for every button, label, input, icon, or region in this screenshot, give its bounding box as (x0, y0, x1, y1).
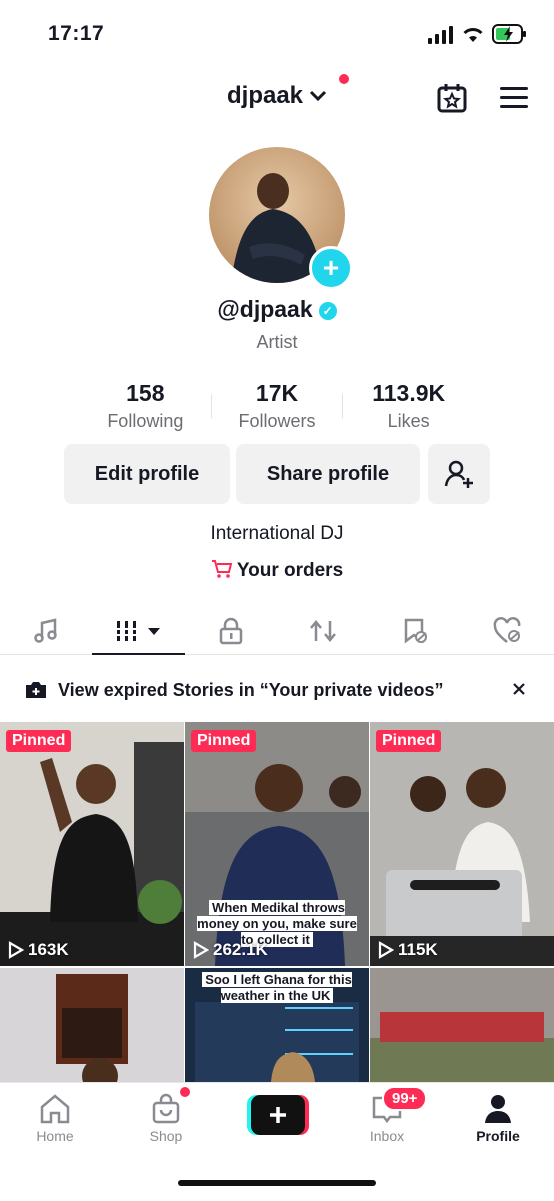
person-icon (485, 1095, 511, 1123)
home-indicator (178, 1180, 376, 1186)
profile-category: Artist (256, 332, 298, 352)
stat-value: 17K (255, 380, 299, 406)
video-thumbnail[interactable] (0, 968, 184, 1082)
view-count-text: 163K (28, 940, 69, 959)
nav-home[interactable]: Home (10, 1093, 100, 1144)
view-count: 115K (378, 940, 438, 960)
bookmark-hidden-icon (405, 618, 428, 644)
stat-label: Likes (387, 411, 430, 431)
expired-stories-banner[interactable]: View expired Stories in “Your private vi… (0, 666, 554, 714)
video-thumbnail[interactable]: Soo I left Ghana for this weather in the… (185, 968, 369, 1082)
notification-dot (339, 74, 349, 84)
battery-icon (492, 23, 528, 50)
pinned-badge: Pinned (376, 730, 442, 752)
lock-icon (219, 617, 243, 645)
stat-label: Following (107, 411, 184, 431)
stat-value: 113.9K (372, 380, 446, 406)
username-switcher[interactable]: djpaak (0, 82, 554, 110)
home-icon (40, 1094, 70, 1124)
status-time: 17:17 (48, 22, 105, 45)
view-count: 163K (8, 940, 69, 960)
camera-plus-icon (26, 682, 46, 698)
music-note-icon (34, 618, 57, 643)
shop-notification-dot (180, 1087, 190, 1097)
tab-music[interactable] (0, 608, 92, 654)
repost-icon (310, 620, 337, 642)
add-friends-button[interactable] (428, 444, 490, 504)
shopping-bag-icon (152, 1093, 180, 1124)
share-profile-button[interactable]: Share profile (236, 444, 420, 504)
create-plus-icon (247, 1095, 309, 1135)
play-icon (8, 941, 24, 959)
add-user-icon (444, 460, 473, 488)
nav-profile[interactable]: Profile (453, 1093, 543, 1144)
orders-label: Your orders (236, 560, 344, 581)
video-thumbnail[interactable] (370, 968, 554, 1082)
caption-text: Soo I left Ghana for this weather in the… (202, 972, 352, 1003)
username-label: djpaak (226, 82, 304, 109)
play-icon (378, 941, 394, 959)
close-icon[interactable] (512, 682, 526, 701)
your-orders-link[interactable]: Your orders (0, 559, 554, 582)
verified-icon: ✓ (318, 301, 337, 320)
heart-hidden-icon (493, 617, 521, 643)
tab-private[interactable] (185, 608, 277, 654)
stat-label: Followers (238, 411, 316, 431)
banner-text: View expired Stories in “Your private vi… (58, 679, 444, 700)
video-thumbnail[interactable]: Pinned 163K (0, 722, 184, 966)
tab-videos[interactable] (92, 608, 185, 655)
pinned-badge: Pinned (191, 730, 257, 752)
grid-icon (115, 621, 140, 641)
view-count-text: 262.1K (213, 940, 268, 959)
menu-icon[interactable] (500, 86, 528, 115)
view-count: 262.1K (193, 940, 268, 960)
stat-followers[interactable]: 17K Followers (212, 380, 343, 432)
edit-profile-button[interactable]: Edit profile (64, 444, 230, 504)
wifi-icon (461, 25, 485, 48)
view-count-text: 115K (398, 940, 438, 959)
tab-liked[interactable] (462, 608, 554, 654)
caret-down-icon (148, 628, 161, 635)
nav-label: Profile (476, 1128, 520, 1144)
handle-text: @djpaak (217, 296, 313, 322)
video-thumbnail[interactable]: Pinned 115K (370, 722, 554, 966)
signal-icon (428, 26, 454, 49)
chevron-down-icon (309, 90, 327, 102)
stat-value: 158 (126, 380, 165, 406)
video-thumbnail[interactable]: Pinned When Medikal throws money on you,… (185, 722, 369, 966)
stat-likes[interactable]: 113.9K Likes (343, 380, 474, 432)
create-button[interactable] (247, 1095, 309, 1140)
tab-reposts[interactable] (277, 608, 369, 654)
add-avatar-button[interactable]: + (309, 246, 353, 290)
video-grid: Pinned 163K Pinned When Medikal throws m… (0, 722, 554, 1082)
profile-handle: @djpaak ✓ (0, 296, 554, 323)
cart-icon (211, 560, 233, 578)
profile-bio: International DJ (210, 523, 344, 544)
tab-favorites[interactable] (369, 608, 461, 654)
pinned-badge: Pinned (6, 730, 72, 752)
nav-label: Home (36, 1128, 74, 1144)
nav-shop[interactable]: Shop (121, 1093, 211, 1144)
video-caption: Soo I left Ghana for this weather in the… (195, 972, 359, 1004)
nav-label: Shop (149, 1128, 183, 1144)
inbox-badge: 99+ (382, 1086, 428, 1111)
profile-tabs (0, 608, 554, 655)
nav-label: Inbox (369, 1128, 405, 1144)
profile-stats: 158 Following 17K Followers 113.9K Likes (80, 380, 474, 432)
play-icon (193, 941, 209, 959)
stat-following[interactable]: 158 Following (80, 380, 211, 432)
calendar-star-icon[interactable] (436, 82, 468, 119)
